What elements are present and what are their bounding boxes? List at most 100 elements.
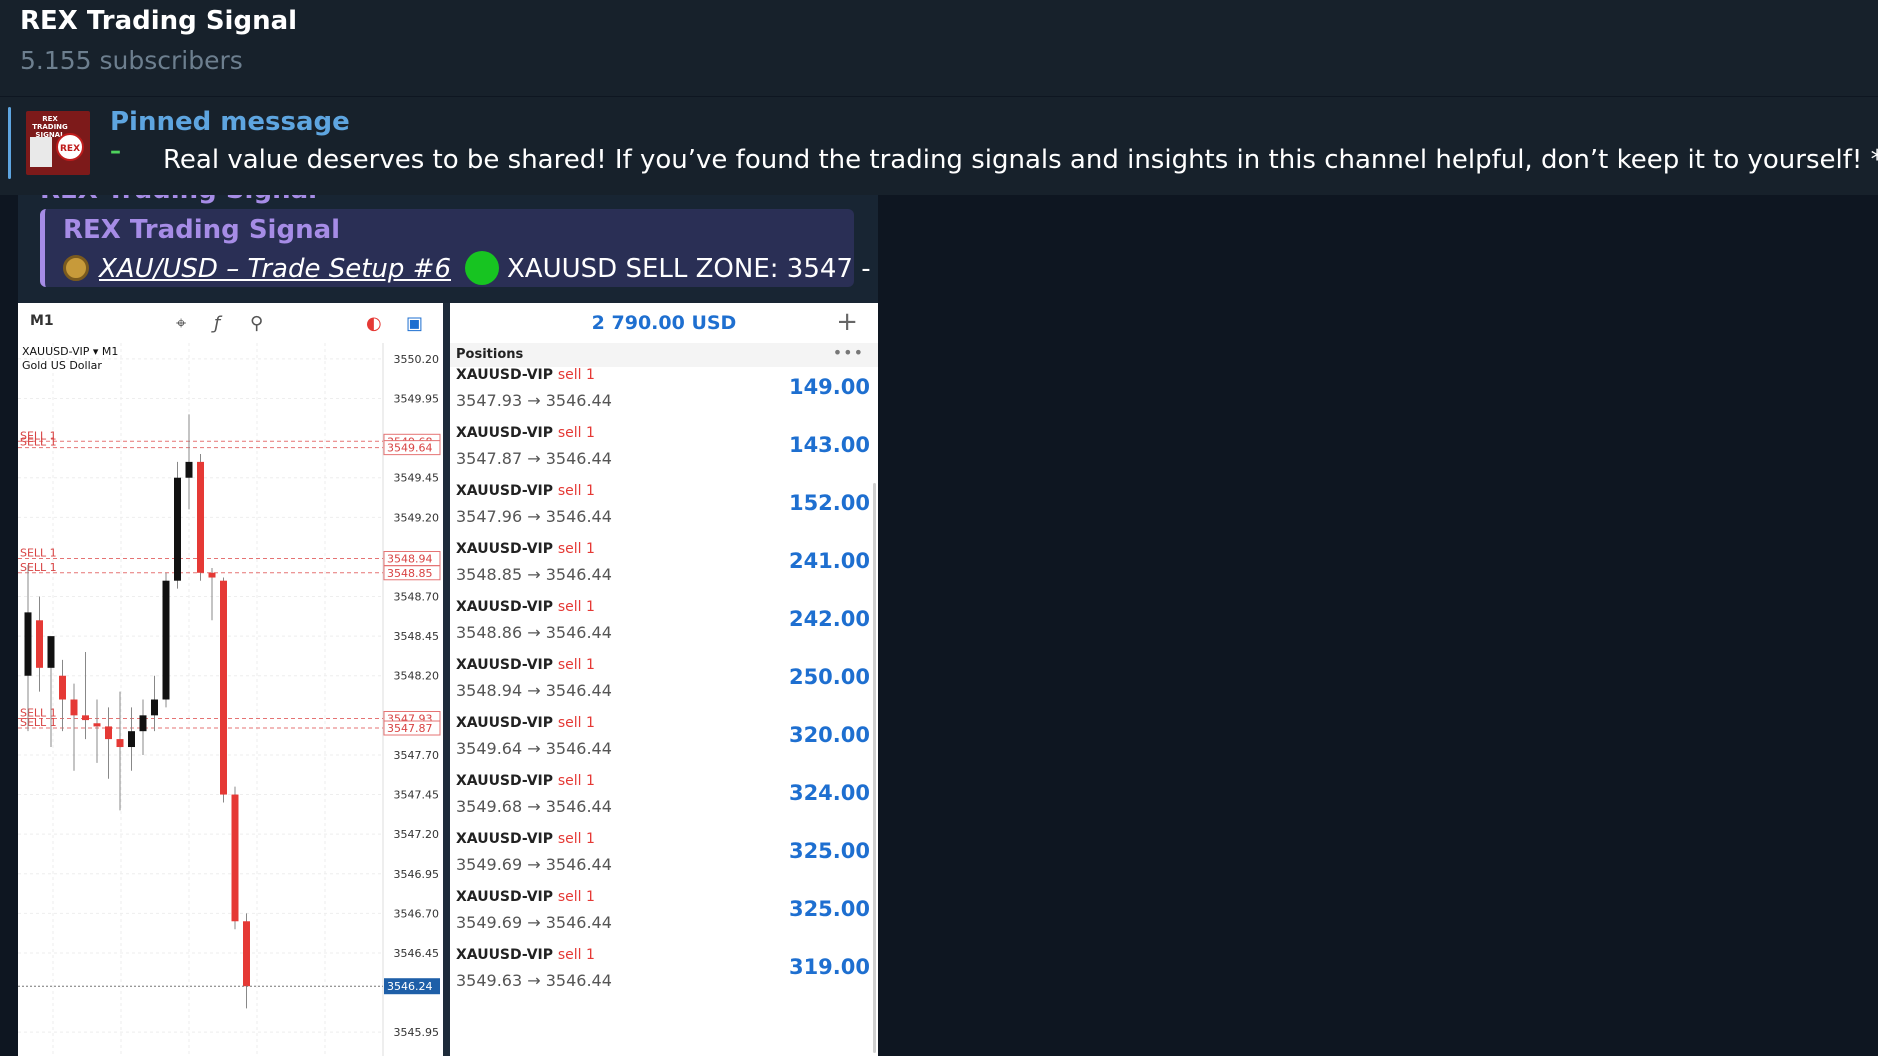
candle-body: [36, 620, 43, 668]
screenshot-icon: ▣: [406, 313, 424, 334]
message-bubble: REX Trading Signal REX Trading Signal XA…: [18, 195, 878, 1056]
candle-body: [82, 715, 89, 721]
position-symbol: XAUUSD-VIP sell 1: [456, 947, 595, 963]
position-row[interactable]: XAUUSD-VIP sell 1 3548.94 → 3546.44 250.00: [450, 657, 878, 715]
candle-body: [162, 580, 170, 700]
position-side: sell 1: [557, 541, 595, 557]
y-tick-label: 3547.70: [394, 749, 440, 762]
chart-background: [18, 343, 443, 1056]
reply-link[interactable]: XAU/USD – Trade Setup #6: [99, 254, 451, 284]
position-profit: 250.00: [788, 665, 870, 689]
positions-screenshot[interactable]: 2 790.00 USD + Positions ••• XAUUSD-VIP …: [450, 303, 878, 1056]
y-tick-label: 3546.95: [394, 868, 440, 881]
order-price-tag-label: 3549.64: [387, 442, 433, 455]
position-side: sell 1: [557, 483, 595, 499]
position-side: sell 1: [557, 599, 595, 615]
position-profit: 241.00: [788, 549, 870, 573]
candle-body: [208, 572, 216, 578]
candle-body: [185, 461, 193, 478]
candle-body: [128, 731, 135, 748]
indicator-icon: ◐: [366, 313, 382, 334]
y-tick-label: 3549.20: [394, 511, 440, 524]
position-symbol: XAUUSD-VIP sell 1: [456, 831, 595, 847]
position-prices: 3549.68 → 3546.44: [456, 797, 612, 816]
position-symbol: XAUUSD-VIP sell 1: [456, 425, 595, 441]
position-row[interactable]: XAUUSD-VIP sell 1 3547.87 → 3546.44 143.00: [450, 425, 878, 483]
position-symbol: XAUUSD-VIP sell 1: [456, 773, 595, 789]
coin-icon: [63, 255, 89, 281]
position-side: sell 1: [557, 773, 595, 789]
reply-text: XAUUSD SELL ZONE: 3547 - 3...: [507, 254, 878, 284]
order-label: SELL 1: [20, 436, 57, 449]
chart-symbol-desc: Gold US Dollar: [22, 359, 102, 372]
candle-body: [197, 461, 204, 573]
reply-text-line: XAU/USD – Trade Setup #6 XAUUSD SELL ZONE…: [63, 251, 878, 285]
current-price-label: 3546.24: [387, 980, 433, 993]
timeframe-label: M1: [30, 313, 54, 329]
position-prices: 3549.69 → 3546.44: [456, 913, 612, 932]
order-label: SELL 1: [20, 547, 57, 560]
candle-body: [151, 699, 158, 716]
position-side: sell 1: [557, 367, 595, 383]
position-row[interactable]: XAUUSD-VIP sell 1 3549.68 → 3546.44 324.00: [450, 773, 878, 831]
position-side: sell 1: [557, 425, 595, 441]
subscriber-count: 5.155 subscribers: [20, 46, 243, 75]
document-icon: [30, 137, 52, 167]
y-tick-label: 3548.70: [394, 591, 440, 604]
position-symbol: XAUUSD-VIP sell 1: [456, 889, 595, 905]
position-profit: 320.00: [788, 723, 870, 747]
position-row[interactable]: XAUUSD-VIP sell 1 3547.93 → 3546.44 149.00: [450, 367, 878, 425]
reply-preview[interactable]: REX Trading Signal XAU/USD – Trade Setup…: [40, 209, 878, 287]
position-row[interactable]: XAUUSD-VIP sell 1 3548.85 → 3546.44 241.00: [450, 541, 878, 599]
order-price-tag-label: 3548.85: [387, 567, 433, 580]
objects-icon: ⚲: [250, 313, 264, 334]
position-symbol: XAUUSD-VIP sell 1: [456, 367, 595, 383]
position-profit: 325.00: [788, 897, 870, 921]
position-profit: 325.00: [788, 839, 870, 863]
function-icon: ƒ: [214, 313, 221, 334]
position-profit: 149.00: [788, 375, 870, 399]
more-icon: •••: [832, 343, 864, 362]
rex-logo: REX: [56, 133, 84, 161]
y-tick-label: 3549.45: [394, 472, 440, 485]
position-row[interactable]: XAUUSD-VIP sell 1 3549.69 → 3546.44 325.00: [450, 831, 878, 889]
positions-header: Positions •••: [450, 343, 878, 367]
scrollbar: [873, 483, 876, 1053]
position-row[interactable]: XAUUSD-VIP sell 1 3549.63 → 3546.44 319.00: [450, 947, 878, 1005]
position-profit: 242.00: [788, 607, 870, 631]
order-price-tag-label: 3547.87: [387, 722, 433, 735]
position-symbol: XAUUSD-VIP sell 1: [456, 541, 595, 557]
y-tick-label: 3550.20: [394, 353, 440, 366]
channel-header[interactable]: REX Trading Signal 5.155 subscribers: [0, 0, 1878, 96]
screenshot-divider: [443, 303, 450, 1056]
chart-screenshot[interactable]: M1 ⌖ ƒ ⚲ ◐ ▣ 3550.20 3549.95 3549.45 3549.2…: [18, 303, 443, 1056]
position-side: sell 1: [557, 831, 595, 847]
candle-body: [93, 723, 101, 727]
candle-body: [47, 636, 55, 668]
position-prices: 3548.85 → 3546.44: [456, 565, 612, 584]
position-prices: 3549.63 → 3546.44: [456, 971, 612, 990]
position-row[interactable]: XAUUSD-VIP sell 1 3547.96 → 3546.44 152.00: [450, 483, 878, 541]
position-row[interactable]: XAUUSD-VIP sell 1 3548.86 → 3546.44 242.00: [450, 599, 878, 657]
order-price-tag-label: 3548.94: [387, 553, 433, 566]
y-tick-label: 3546.45: [394, 947, 440, 960]
position-prices: 3548.86 → 3546.44: [456, 623, 612, 642]
reply-title: REX Trading Signal: [63, 215, 341, 245]
y-tick-label: 3548.20: [394, 670, 440, 683]
candle-body: [116, 739, 124, 748]
pinned-indicator: [8, 107, 11, 179]
chart-toolbar: M1 ⌖ ƒ ⚲ ◐ ▣: [18, 303, 443, 344]
position-profit: 143.00: [788, 433, 870, 457]
position-symbol: XAUUSD-VIP sell 1: [456, 599, 595, 615]
message-sender: REX Trading Signal: [40, 195, 317, 205]
position-profit: 319.00: [788, 955, 870, 979]
candlestick-chart: 3550.20 3549.95 3549.45 3549.20 3548.70 3548.…: [18, 343, 443, 1056]
position-prices: 3547.93 → 3546.44: [456, 391, 612, 410]
y-tick-label: 3546.70: [394, 907, 440, 920]
plus-icon: +: [836, 307, 858, 337]
pinned-message-bar[interactable]: REX TRADING SIGNAL REX Pinned message – …: [0, 97, 1878, 195]
position-prices: 3548.94 → 3546.44: [456, 681, 612, 700]
position-row[interactable]: XAUUSD-VIP sell 1 3549.64 → 3546.44 320.00: [450, 715, 878, 773]
position-row[interactable]: XAUUSD-VIP sell 1 3549.69 → 3546.44 325.00: [450, 889, 878, 947]
positions-title: Positions: [456, 347, 524, 362]
